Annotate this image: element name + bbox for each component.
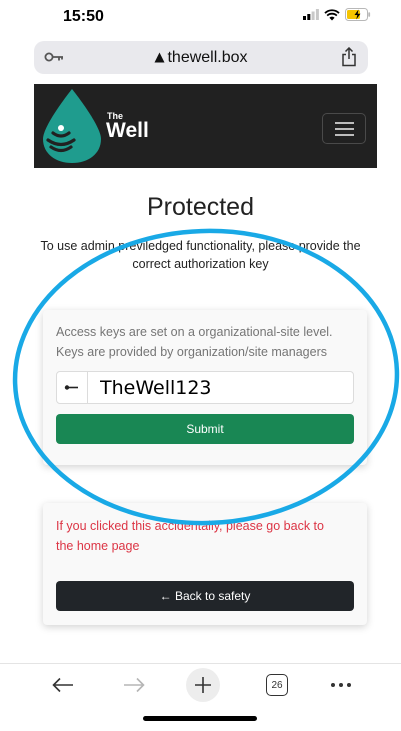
page-title: Protected: [146, 193, 254, 221]
brand-large[interactable]: Well: [106, 119, 149, 143]
info-line: Keys are provided by organization/site m…: [56, 345, 327, 359]
home-indicator[interactable]: [143, 716, 257, 721]
status-time: 15:50: [63, 8, 104, 25]
tabs-button[interactable]: 26: [264, 673, 290, 697]
access-key-input[interactable]: [89, 372, 353, 403]
more-icon: [331, 683, 351, 687]
url-display[interactable]: thewell.box: [34, 49, 368, 67]
back-to-safety-card: If you clicked this accidentally, please…: [43, 503, 367, 625]
back-arrow-icon: [52, 677, 73, 693]
water-drop-logo-icon[interactable]: [41, 87, 103, 165]
submit-button[interactable]: Submit: [56, 414, 354, 444]
lock-icon: [154, 52, 165, 63]
share-icon[interactable]: [341, 47, 357, 67]
status-bar: 15:50: [0, 0, 401, 34]
message-line: If you clicked this accidentally, please…: [56, 519, 324, 533]
browser-toolbar: 26: [0, 663, 401, 703]
new-tab-icon: [195, 677, 211, 693]
tabs-icon: 26: [266, 674, 288, 696]
info-line: Access keys are set on a organizational-…: [56, 325, 333, 339]
battery-icon: [345, 8, 371, 21]
status-icons: [303, 8, 371, 21]
subtitle-line: To use admin previledged functionality, …: [40, 239, 361, 253]
menu-icon-bar: [335, 128, 354, 130]
url-text: thewell.box: [167, 49, 248, 66]
key-addon: [57, 372, 88, 403]
message-line: the home page: [56, 539, 140, 553]
menu-icon-bar: [335, 134, 354, 136]
new-tab-button[interactable]: [186, 668, 220, 702]
page-subtitle: To use admin previledged functionality, …: [0, 237, 401, 273]
site-navbar: The Well: [34, 84, 377, 168]
tabs-count: 26: [271, 679, 283, 691]
authorization-card: Access keys are set on a organizational-…: [43, 310, 367, 465]
menu-icon: [335, 122, 354, 124]
access-key-input-group: [56, 371, 354, 404]
forward-button[interactable]: [121, 673, 147, 697]
signal-icon: [303, 9, 319, 20]
menu-toggle-button[interactable]: [322, 113, 366, 144]
wifi-icon: [324, 8, 340, 20]
more-button[interactable]: [328, 673, 354, 697]
address-bar[interactable]: thewell.box: [34, 41, 368, 74]
back-to-safety-button[interactable]: ← Back to safety: [56, 581, 354, 611]
subtitle-line: correct authorization key: [132, 257, 269, 271]
key-icon: [64, 385, 78, 390]
forward-arrow-icon: [124, 677, 145, 693]
back-button[interactable]: [50, 673, 76, 697]
access-key-info: Access keys are set on a organizational-…: [56, 322, 356, 362]
accidental-click-message: If you clicked this accidentally, please…: [56, 516, 366, 556]
